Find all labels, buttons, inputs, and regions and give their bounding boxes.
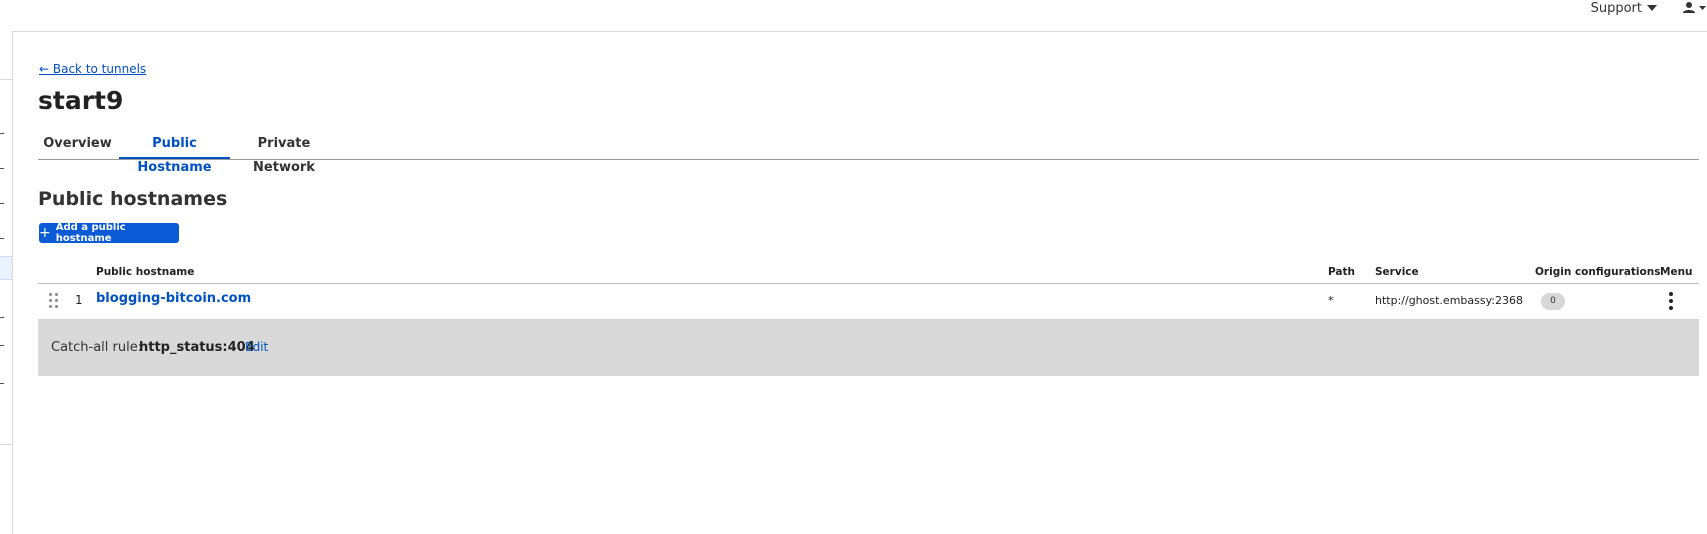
support-menu[interactable]: Support xyxy=(1591,0,1657,16)
sidebar-divider xyxy=(0,79,12,80)
row-index: 1 xyxy=(75,293,83,307)
edit-catch-all-link[interactable]: Edit xyxy=(245,340,268,354)
path-value: * xyxy=(1328,294,1334,307)
column-header-menu: Menu xyxy=(1660,266,1693,278)
table-row: 1 blogging-bitcoin.com * http://ghost.em… xyxy=(38,284,1699,320)
caret-down-icon xyxy=(1647,5,1657,11)
tab-public-hostname[interactable]: Public Hostname xyxy=(119,132,230,175)
drag-handle-icon[interactable] xyxy=(49,293,59,311)
support-label: Support xyxy=(1590,0,1642,16)
column-header-hostname: Public hostname xyxy=(96,266,195,278)
sidebar-item[interactable] xyxy=(0,133,4,134)
column-header-path: Path xyxy=(1328,266,1355,278)
add-public-hostname-button[interactable]: + Add a public hostname xyxy=(39,222,179,244)
sidebar-item[interactable] xyxy=(0,238,4,239)
hostname-link[interactable]: blogging-bitcoin.com xyxy=(96,291,251,306)
user-menu[interactable] xyxy=(1681,0,1707,16)
page-title: start9 xyxy=(38,86,124,115)
user-icon xyxy=(1683,2,1706,13)
sidebar-item[interactable] xyxy=(0,168,4,169)
sidebar xyxy=(0,31,13,534)
kebab-menu-icon[interactable] xyxy=(1667,292,1675,310)
catch-all-value: http_status:404 xyxy=(139,340,255,355)
sidebar-item[interactable] xyxy=(0,317,4,318)
add-button-label: Add a public hostname xyxy=(55,222,126,244)
sidebar-item-active[interactable] xyxy=(0,256,12,280)
catch-all-label: Catch-all rule: xyxy=(51,340,143,355)
tab-bar: Overview Public Hostname Private Network xyxy=(38,132,1699,175)
tab-overview[interactable]: Overview xyxy=(38,132,117,159)
sidebar-divider xyxy=(0,444,12,445)
origin-count-badge: 0 xyxy=(1541,293,1565,310)
top-bar: Support xyxy=(0,0,1707,32)
sidebar-item[interactable] xyxy=(0,203,4,204)
tab-private-network[interactable]: Private Network xyxy=(234,132,334,175)
sidebar-item[interactable] xyxy=(0,345,4,346)
back-to-tunnels-link[interactable]: ← Back to tunnels xyxy=(39,62,146,76)
column-header-origin: Origin configurations xyxy=(1535,266,1661,278)
section-title: Public hostnames xyxy=(38,188,228,210)
table-header: Public hostname Path Service Origin conf… xyxy=(38,262,1699,284)
service-value: http://ghost.embassy:2368 xyxy=(1375,294,1524,307)
column-header-service: Service xyxy=(1375,266,1419,278)
catch-all-rule: Catch-all rule: http_status:404 Edit xyxy=(38,320,1699,376)
sidebar-item[interactable] xyxy=(0,383,4,384)
plus-icon: + xyxy=(39,225,51,241)
